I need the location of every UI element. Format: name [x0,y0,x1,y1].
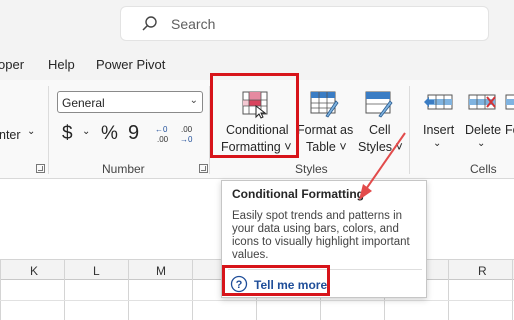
column-header-k[interactable]: K [30,264,38,278]
format-button[interactable]: Fo [505,84,514,154]
wrap-text-label[interactable]: nter [0,128,21,142]
decrease-decimal-icon[interactable]: .00 →0 [180,124,200,144]
search-icon [142,16,157,31]
svg-text:→0: →0 [180,135,193,144]
svg-text:←0: ←0 [155,125,168,134]
grid-line [64,259,65,320]
column-header-r[interactable]: R [478,264,487,278]
highlight-box [222,265,330,296]
menu-item-help[interactable]: Help [48,57,75,72]
annotation-arrow-icon [359,132,406,200]
title-bar: Search [0,0,514,48]
chevron-down-icon: ⌄ [433,138,442,149]
comma-style-button[interactable]: 9 [128,122,139,145]
grid-line [128,259,129,320]
chevron-down-icon: ⌄ [477,138,486,149]
increase-decimal-icon[interactable]: ←0 .00 [155,124,175,144]
delete-cells-icon [468,94,496,110]
number-dialog-launcher-icon[interactable] [199,164,208,173]
search-box[interactable]: Search [120,6,489,41]
insert-label: Insert [423,123,455,137]
format-cells-icon [505,94,514,110]
format-as-table-button[interactable]: Format as Table ˅ [296,84,354,154]
grid-line [512,259,513,320]
cell-styles-icon [365,91,393,118]
number-format-dropdown[interactable]: General ⌄ [57,91,203,113]
insert-button[interactable]: Insert ⌄ [414,84,460,154]
menu-item-developer[interactable]: oper [0,57,24,72]
format-label: Fo [505,123,514,137]
chevron-down-icon[interactable]: ⌄ [82,126,90,137]
svg-text:.00: .00 [181,125,193,134]
grid-line [0,300,514,301]
format-as-table-icon [310,91,339,118]
insert-cells-icon [424,94,453,110]
search-placeholder: Search [171,16,216,32]
delete-button[interactable]: Delete ⌄ [461,84,505,154]
chevron-down-icon: ⌄ [189,95,198,106]
column-header-l[interactable]: L [93,264,100,278]
styles-group-label: Styles [295,162,328,176]
svg-text:.00: .00 [157,135,169,144]
format-as-table-label-2: Table ˅ [306,140,347,154]
column-header-m[interactable]: M [156,264,166,278]
tooltip-body: Easily spot trends and patterns in your … [232,210,410,261]
format-as-table-label: Format as [297,123,354,137]
alignment-dialog-launcher-icon[interactable] [36,164,45,173]
grid-line [192,259,193,320]
tooltip-title: Conditional Formatting [232,187,364,201]
group-separator [48,86,49,174]
grid-line [448,259,449,320]
menu-item-power-pivot[interactable]: Power Pivot [96,57,165,72]
currency-button[interactable]: $ [62,123,73,145]
number-format-value: General [62,96,105,110]
highlight-box [210,73,299,158]
delete-label: Delete [465,123,502,137]
chevron-down-icon[interactable]: ⌄ [27,126,35,137]
number-group-label: Number [102,162,145,176]
percent-button[interactable]: % [101,123,118,145]
grid-line [0,259,1,320]
cells-group-label: Cells [470,162,497,176]
